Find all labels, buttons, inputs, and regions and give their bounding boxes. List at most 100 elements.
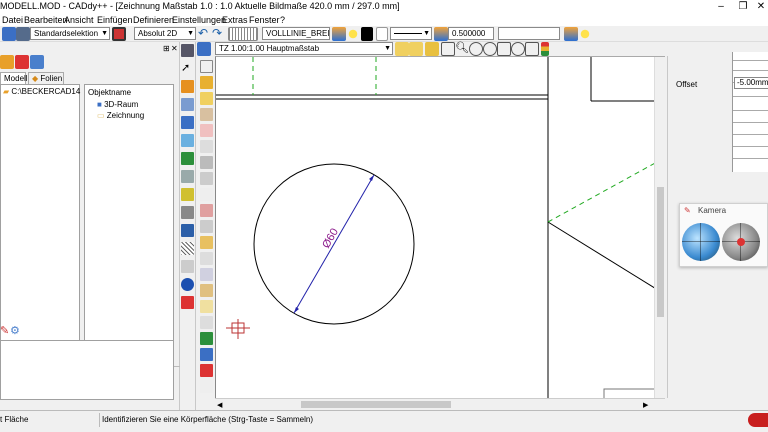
scroll-left-icon[interactable]: ◀ xyxy=(217,401,222,409)
offset-icon[interactable] xyxy=(200,172,213,185)
color-white-icon[interactable] xyxy=(376,27,388,41)
snap-icon[interactable] xyxy=(181,170,194,183)
linestyle-combo[interactable]: ▼ xyxy=(390,27,432,40)
pick-color-icon[interactable] xyxy=(112,27,126,41)
check-icon[interactable] xyxy=(200,332,213,345)
delete-icon[interactable] xyxy=(15,55,29,69)
width-value-field[interactable]: 0.500000 xyxy=(448,27,494,40)
select-icon[interactable] xyxy=(200,60,213,73)
pin-icon[interactable]: ⊞ xyxy=(163,44,170,53)
folder-icon[interactable] xyxy=(0,55,14,69)
list-item[interactable]: ▭ Zeichnung xyxy=(97,111,144,120)
menu-einfuegen[interactable]: Einfügen xyxy=(97,14,133,26)
tab-folien[interactable]: ◆ Folien xyxy=(28,72,64,84)
label-icon[interactable] xyxy=(200,300,213,313)
scroll-thumb[interactable] xyxy=(657,187,664,317)
eraser-icon[interactable] xyxy=(181,296,194,309)
coords-icon[interactable] xyxy=(200,188,213,201)
linetype-combo[interactable]: VOLLLINIE_BREIT xyxy=(262,27,330,40)
measure-distance-icon[interactable] xyxy=(395,42,409,56)
measure-icon[interactable] xyxy=(181,98,194,111)
horizontal-scrollbar[interactable]: ◀ ▶ xyxy=(215,398,665,410)
redo-icon[interactable]: ↷ xyxy=(212,27,226,41)
model-tree[interactable]: ▰ C:\BECKERCAD14 xyxy=(0,84,80,362)
flag-view-icon[interactable] xyxy=(525,42,539,56)
save-icon[interactable] xyxy=(16,27,30,41)
layer-icon[interactable] xyxy=(425,42,439,56)
menu-extras[interactable]: Extras xyxy=(222,14,248,26)
scroll-right-icon[interactable]: ▶ xyxy=(643,401,648,409)
extra-field[interactable] xyxy=(498,27,560,40)
layer-icon[interactable] xyxy=(332,27,346,41)
draw-icon[interactable] xyxy=(181,44,194,57)
undo-icon[interactable]: ↶ xyxy=(198,27,212,41)
selection-combo[interactable]: Standardselektion ▼ xyxy=(30,27,110,40)
tab-modell[interactable]: Modell xyxy=(0,72,28,84)
linewidth-icon[interactable] xyxy=(434,27,448,41)
orbit-control[interactable] xyxy=(682,223,720,261)
close-panel-icon[interactable]: ✕ xyxy=(171,44,178,53)
lightbulb-icon[interactable] xyxy=(578,27,592,41)
menu-ansicht[interactable]: Ansicht xyxy=(64,14,94,26)
menu-fenster[interactable]: Fenster xyxy=(249,14,280,26)
scale-combo[interactable]: TZ 1.00:1.00 Hauptmaßstab ▼ xyxy=(215,42,393,55)
zoom-out-icon[interactable] xyxy=(469,42,483,56)
hatch-icon[interactable] xyxy=(181,242,194,255)
grid-icon[interactable] xyxy=(181,260,194,273)
point-icon[interactable] xyxy=(181,188,194,201)
increment-icon[interactable] xyxy=(200,92,213,105)
offset-field[interactable]: -5.00mm xyxy=(734,77,768,89)
rotate-icon[interactable] xyxy=(181,134,194,147)
measure-angle-icon[interactable] xyxy=(409,42,423,56)
restore-button[interactable]: ❐ xyxy=(734,0,752,14)
delete-element-icon[interactable] xyxy=(200,364,213,377)
menu-bearbeiten[interactable]: Bearbeiten xyxy=(24,14,68,26)
pattern-icon[interactable] xyxy=(228,27,258,41)
list-item[interactable]: ■ 3D-Raum xyxy=(97,100,138,109)
vertical-scrollbar[interactable] xyxy=(654,57,665,398)
traffic-light-icon[interactable] xyxy=(541,42,549,56)
pencil-icon[interactable] xyxy=(181,152,194,165)
mode-combo[interactable]: Absolut 2D ▼ xyxy=(134,27,196,40)
menu-einstellungen[interactable]: Einstellungen xyxy=(172,14,226,26)
properties-icon[interactable] xyxy=(30,55,44,69)
minimize-button[interactable]: – xyxy=(712,0,730,14)
hand-icon[interactable] xyxy=(200,156,213,169)
new-icon[interactable] xyxy=(2,27,16,41)
symbol-icon[interactable] xyxy=(200,284,213,297)
menu-help[interactable]: ? xyxy=(280,14,285,26)
dim-icon[interactable] xyxy=(200,252,213,265)
print-icon[interactable] xyxy=(197,42,211,56)
pointer-icon[interactable]: ➚ xyxy=(181,62,194,75)
angle-icon[interactable] xyxy=(200,108,213,121)
menu-datei[interactable]: Datei xyxy=(2,14,23,26)
flag-icon[interactable] xyxy=(200,220,213,233)
color-icon[interactable] xyxy=(361,27,373,41)
menu-definieren[interactable]: Definieren xyxy=(133,14,174,26)
tool-icon[interactable]: ⚙ xyxy=(10,324,20,337)
zoom-all-icon[interactable] xyxy=(483,42,497,56)
pen-icon[interactable] xyxy=(181,80,194,93)
object-list[interactable]: Objektname ■ 3D-Raum ▭ Zeichnung xyxy=(84,84,174,362)
txt-icon[interactable] xyxy=(200,236,213,249)
info-icon[interactable] xyxy=(181,278,194,291)
table-icon[interactable] xyxy=(200,268,213,281)
zoom-in-icon[interactable]: 🔍︎ xyxy=(455,42,469,56)
zoom-window-icon[interactable] xyxy=(441,42,455,56)
drawing-canvas[interactable]: Ø60 xyxy=(215,56,665,398)
layer-icon[interactable] xyxy=(564,27,578,41)
curve-icon[interactable] xyxy=(200,204,213,217)
wrench-icon[interactable]: ✎ xyxy=(0,324,9,337)
close-button[interactable]: ✕ xyxy=(752,0,768,14)
text-icon[interactable] xyxy=(181,224,194,237)
hatch2-icon[interactable] xyxy=(200,316,213,329)
move-icon[interactable] xyxy=(181,116,194,129)
lightbulb-icon[interactable] xyxy=(346,27,360,41)
tree-root[interactable]: ▰ C:\BECKERCAD14 xyxy=(3,87,80,96)
edit-icon[interactable] xyxy=(181,206,194,219)
block-icon[interactable] xyxy=(200,348,213,361)
scroll-thumb[interactable] xyxy=(301,401,451,408)
pan-icon[interactable] xyxy=(497,42,511,56)
redraw-icon[interactable] xyxy=(511,42,525,56)
pen-tool-icon[interactable] xyxy=(200,380,213,393)
